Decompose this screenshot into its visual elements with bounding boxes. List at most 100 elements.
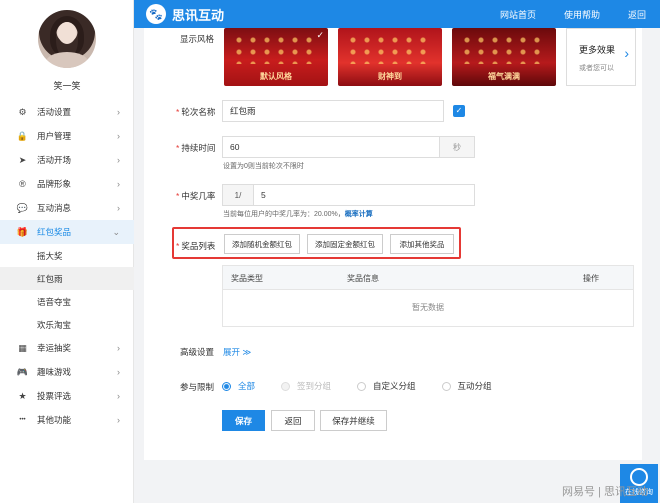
expand-link[interactable]: 展开 ≫	[223, 346, 251, 358]
grid-icon: ▦	[18, 342, 27, 353]
username: 笑一笑	[53, 81, 81, 91]
limit-radio-group: 全部 签到分组 自定义分组 互动分组	[222, 380, 518, 392]
column-header: 操作	[583, 274, 599, 283]
sidebar-item-lucky-draw[interactable]: ▦ 幸运抽奖 ›	[0, 336, 134, 360]
sidebar-item-voting[interactable]: ★ 投票评选 ›	[0, 384, 134, 408]
probability-link[interactable]: 概率计算	[345, 211, 373, 218]
sidebar-item-label: 幸运抽奖	[37, 343, 72, 353]
add-fixed-red-packet-button[interactable]: 添加固定金额红包	[307, 234, 383, 254]
sidebar-subitem-red-packet-rain[interactable]: 红包雨	[0, 267, 134, 290]
style-caption: 福气满满	[488, 72, 520, 81]
sidebar-item-games[interactable]: 🎮 趣味游戏 ›	[0, 360, 134, 384]
sidebar-item-label: 红包奖品	[37, 227, 72, 237]
save-button[interactable]: 保存	[222, 410, 265, 431]
brand-name: 思讯互动	[172, 7, 225, 23]
sidebar-item-label: 活动开场	[37, 155, 72, 165]
table-header: 奖品类型 奖品信息 操作	[223, 266, 633, 290]
prize-list-label: * 奖品列表	[176, 241, 216, 251]
chevron-right-icon[interactable]: ›	[624, 45, 629, 61]
style-option-default[interactable]: ✓ 默认风格	[224, 28, 328, 86]
column-header: 奖品信息	[347, 274, 379, 283]
advanced-label: 高级设置	[180, 347, 215, 357]
add-random-red-packet-button[interactable]: 添加随机金额红包	[224, 234, 300, 254]
duration-hint: 设置为0则当前轮次不限时	[223, 163, 304, 170]
sidebar-subitem-taobao[interactable]: 欢乐淘宝	[0, 313, 134, 336]
table-empty-text: 暂无数据	[412, 303, 444, 312]
more-effects-hint: 或者您可以	[579, 65, 614, 72]
chevron-down-icon: ⌄	[112, 227, 120, 237]
chevron-right-icon: ›	[117, 131, 120, 141]
sidebar-item-label: 活动设置	[37, 107, 72, 117]
sidebar-item-label: 趣味游戏	[37, 367, 72, 377]
duration-input[interactable]: 60	[222, 136, 440, 158]
top-bar: 🐾 思讯互动 网站首页 使用帮助 返回	[134, 0, 660, 28]
sidebar-item-activity-opening[interactable]: ➤ 活动开场 ›	[0, 148, 134, 172]
double-chevron-icon: ≫	[242, 347, 252, 357]
avatar[interactable]	[38, 10, 96, 68]
win-rate-hint: 当前每位用户的中奖几率为：20.00%，概率计算	[223, 211, 373, 218]
sidebar-item-label: 用户管理	[37, 131, 72, 141]
sidebar-item-activity-settings[interactable]: ⚙ 活动设置 ›	[0, 100, 134, 124]
win-rate-input[interactable]: 5	[253, 184, 475, 206]
back-button[interactable]: 返回	[271, 410, 315, 431]
radio-interaction-group[interactable]: 互动分组	[441, 380, 492, 392]
gamepad-icon: 🎮	[16, 366, 29, 377]
sidebar-item-brand[interactable]: ® 品牌形象 ›	[0, 172, 134, 196]
win-rate-prefix: 1/	[222, 184, 254, 206]
sidebar-item-label: 品牌形象	[37, 179, 72, 189]
sidebar-item-user-management[interactable]: 🔒 用户管理 ›	[0, 124, 134, 148]
win-rate-label: * 中奖几率	[176, 191, 216, 201]
message-icon: 💬	[16, 202, 29, 213]
logo-icon: 🐾	[146, 4, 166, 24]
more-effects-title: 更多效果	[579, 45, 616, 55]
nav-back-link[interactable]: 返回	[628, 8, 646, 21]
chevron-right-icon: ›	[117, 343, 120, 353]
style-option-caishen[interactable]: 财神到	[338, 28, 442, 86]
chevron-right-icon: ›	[117, 179, 120, 189]
round-name-input[interactable]: 红包雨	[222, 100, 444, 122]
sidebar-item-label: 其他功能	[37, 415, 72, 425]
style-caption: 财神到	[378, 72, 402, 81]
save-continue-button[interactable]: 保存并继续	[320, 410, 387, 431]
sidebar-menu: ⚙ 活动设置 › 🔒 用户管理 › ➤ 活动开场 › ® 品牌形象 › 💬 互动消息 › 🎁 红包奖品…	[0, 100, 134, 432]
prize-table: 奖品类型 奖品信息 操作 暂无数据	[222, 265, 634, 327]
chevron-right-icon: ›	[117, 155, 120, 165]
style-option-fuqi[interactable]: 福气满满	[452, 28, 556, 86]
sidebar-item-red-packet[interactable]: 🎁 红包奖品 ⌄	[0, 220, 134, 244]
lock-icon: 🔒	[16, 130, 29, 141]
sidebar-subitem-voice[interactable]: 语音夺宝	[0, 290, 134, 313]
star-icon: ★	[18, 390, 27, 401]
duration-label: * 持续时间	[176, 143, 216, 153]
chevron-right-icon: ›	[117, 203, 120, 213]
chevron-right-icon: ›	[117, 107, 120, 117]
top-nav: 网站首页 使用帮助 返回	[472, 0, 646, 28]
sidebar: 笑一笑 ⚙ 活动设置 › 🔒 用户管理 › ➤ 活动开场 › ® 品牌形象 › 💬 互动消息 › 🎁…	[0, 0, 134, 503]
radio-all[interactable]: 全部	[222, 380, 255, 392]
sidebar-item-label: 投票评选	[37, 391, 72, 401]
style-label: 显示风格	[180, 34, 215, 44]
round-name-label: * 轮次名称	[176, 107, 216, 117]
round-name-checkbox[interactable]: ✓	[453, 105, 465, 117]
more-effects-card[interactable]: 更多效果 或者您可以 ›	[566, 28, 636, 86]
chevron-right-icon: ›	[117, 391, 120, 401]
limit-label: 参与限制	[180, 382, 215, 392]
chevron-right-icon: ›	[117, 415, 120, 425]
nav-help-link[interactable]: 使用帮助	[564, 8, 600, 21]
nav-home-link[interactable]: 网站首页	[500, 8, 536, 21]
more-icon: •••	[19, 417, 26, 423]
sidebar-item-messages[interactable]: 💬 互动消息 ›	[0, 196, 134, 220]
sidebar-item-other[interactable]: ••• 其他功能 ›	[0, 408, 134, 432]
gear-icon: ⚙	[18, 106, 27, 117]
style-caption: 默认风格	[260, 72, 292, 81]
add-other-prize-button[interactable]: 添加其他奖品	[390, 234, 454, 254]
column-header: 奖品类型	[231, 274, 263, 283]
radio-custom-group[interactable]: 自定义分组	[357, 380, 416, 392]
sidebar-subitem-shake[interactable]: 摇大奖	[0, 244, 134, 267]
duration-unit: 秒	[439, 136, 475, 158]
check-icon: ✓	[316, 30, 324, 40]
chevron-right-icon: ›	[117, 367, 120, 377]
radio-signin-group[interactable]: 签到分组	[281, 380, 331, 392]
sidebar-item-label: 互动消息	[37, 203, 72, 213]
registered-icon: ®	[19, 179, 26, 189]
watermark: 网易号 | 思讯互动	[562, 486, 648, 498]
